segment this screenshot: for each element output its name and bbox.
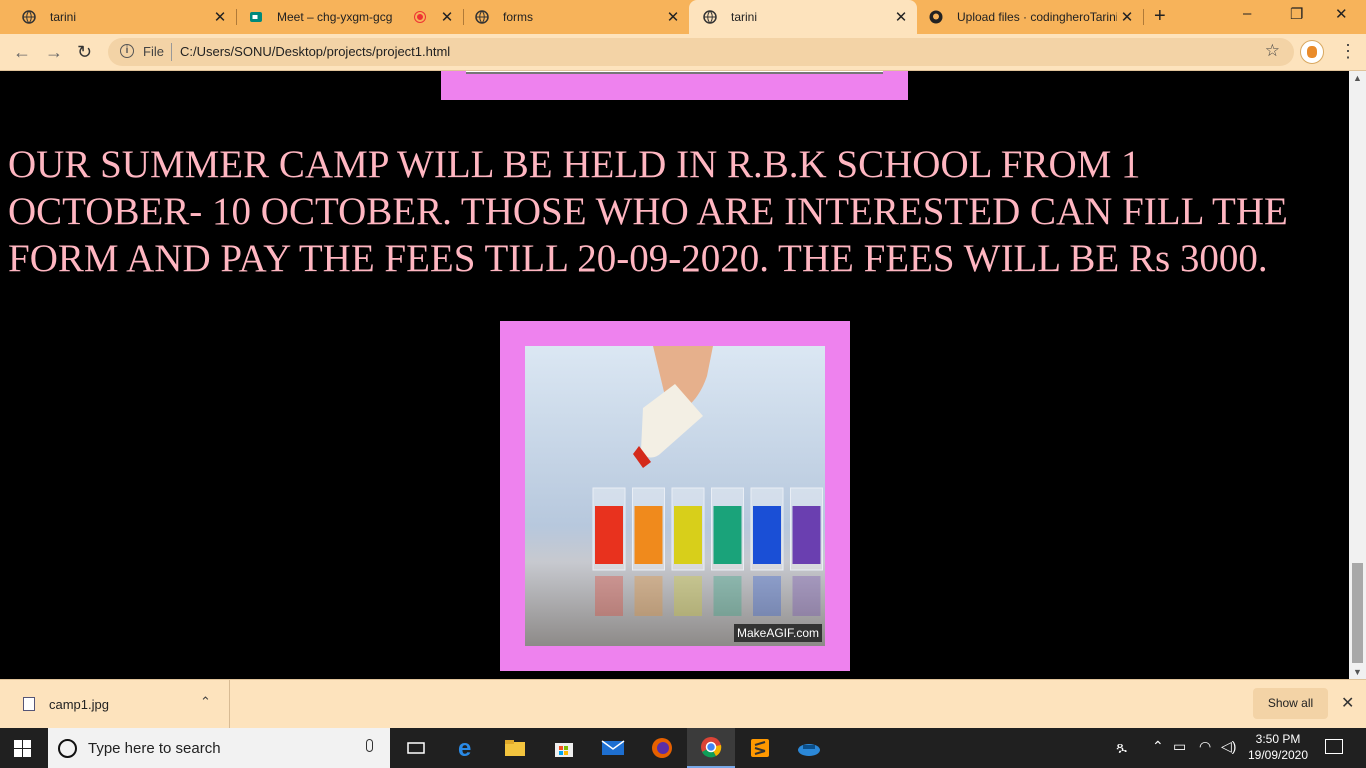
- notification-icon[interactable]: [1325, 739, 1343, 754]
- tab-separator: [1143, 9, 1144, 25]
- glass-liquid-3: [674, 506, 702, 564]
- tab-meet[interactable]: Meet – chg-yxgm-gcg ✕: [227, 0, 463, 34]
- forward-button[interactable]: →: [45, 42, 63, 63]
- image-file-icon: [23, 697, 35, 711]
- mail-icon[interactable]: [589, 728, 637, 768]
- clock-date: 19/09/2020: [1247, 748, 1309, 762]
- tab-tarini-active[interactable]: tarini ✕: [689, 0, 917, 34]
- glass-liquid-5: [753, 506, 781, 564]
- glass-reflection-3: [674, 576, 702, 616]
- store-icon[interactable]: [540, 728, 588, 768]
- chevron-up-icon[interactable]: ⌃: [1152, 738, 1164, 755]
- glass-reflection-2: [634, 576, 663, 616]
- browser-toolbar: ← → ↻ i File C:/Users/SONU/Desktop/proje…: [0, 34, 1366, 71]
- app-icon[interactable]: [785, 728, 833, 768]
- globe-icon: [475, 10, 489, 24]
- previous-image: ▪▪▪▪: [466, 71, 883, 76]
- page-viewport: ▪▪▪▪ OUR SUMMER CAMP WILL BE HELD IN R.B…: [0, 71, 1349, 679]
- firefox-icon[interactable]: [638, 728, 686, 768]
- chrome-icon[interactable]: [687, 728, 735, 768]
- tab-title: tarini: [731, 10, 758, 24]
- scroll-up-icon[interactable]: ▲: [1353, 73, 1362, 83]
- profile-avatar[interactable]: [1300, 40, 1324, 64]
- close-downloads-icon[interactable]: ✕: [1341, 693, 1354, 713]
- tab-upload-files[interactable]: Upload files · codingheroTarini ✕: [917, 0, 1143, 34]
- previous-image-fragment: ▪▪▪▪: [556, 71, 576, 76]
- tab-close-icon[interactable]: ✕: [663, 8, 683, 26]
- github-icon: [929, 10, 943, 24]
- image-frame: MakeAGIF.com: [500, 321, 850, 671]
- svg-text:e: e: [458, 737, 471, 759]
- download-item[interactable]: camp1.jpg ⌃: [0, 680, 230, 729]
- scheme-label: File: [143, 44, 164, 59]
- new-tab-button[interactable]: +: [1154, 5, 1166, 28]
- globe-icon: [703, 10, 717, 24]
- minimize-button[interactable]: –: [1243, 5, 1251, 22]
- close-window-button[interactable]: ✕: [1335, 5, 1348, 23]
- file-explorer-icon[interactable]: [491, 728, 539, 768]
- microphone-icon[interactable]: [366, 739, 373, 752]
- system-clock[interactable]: 3:50 PM 19/09/2020: [1244, 731, 1312, 763]
- glass-liquid-1: [595, 506, 623, 564]
- address-bar[interactable]: i File C:/Users/SONU/Desktop/projects/pr…: [108, 38, 1294, 66]
- tab-close-icon[interactable]: ✕: [1117, 8, 1137, 26]
- glass-reflection-5: [753, 576, 781, 616]
- tab-strip: tarini ✕ Meet – chg-yxgm-gcg ✕ forms ✕ t…: [0, 0, 1366, 34]
- task-view-icon[interactable]: [392, 728, 440, 768]
- download-shelf: camp1.jpg ⌃ Show all ✕: [0, 679, 1366, 729]
- glass-liquid-4: [713, 506, 742, 564]
- camp-image-drawing: [592, 346, 823, 616]
- recording-icon: [415, 12, 425, 22]
- globe-icon: [22, 10, 36, 24]
- windows-taskbar: Type here to search e ጿ ⌃ ▭ ◠ ◁) 3:50 PM…: [0, 728, 1366, 768]
- taskbar-search[interactable]: Type here to search: [48, 728, 390, 768]
- previous-image-frame: ▪▪▪▪: [441, 71, 908, 100]
- tab-title: forms: [503, 10, 533, 24]
- meet-icon: [249, 10, 263, 24]
- glass-liquid-2: [634, 506, 663, 564]
- address-separator: [171, 43, 172, 61]
- chevron-up-icon[interactable]: ⌃: [200, 694, 211, 710]
- glass-liquid-6: [792, 506, 821, 564]
- scrollbar-thumb[interactable]: [1352, 563, 1363, 663]
- vertical-scrollbar[interactable]: ▲ ▼: [1349, 71, 1366, 679]
- menu-icon[interactable]: ⋮: [1339, 41, 1357, 62]
- tab-title: Upload files · codingheroTarini: [957, 10, 1117, 24]
- wifi-icon[interactable]: ◠: [1199, 738, 1211, 755]
- search-placeholder: Type here to search: [88, 740, 221, 757]
- clock-time: 3:50 PM: [1255, 732, 1301, 746]
- cortana-icon: [58, 739, 77, 758]
- glass-reflection-4: [713, 576, 742, 616]
- tab-title: tarini: [50, 10, 77, 24]
- tab-close-icon[interactable]: ✕: [891, 8, 911, 26]
- restore-button[interactable]: ❐: [1290, 5, 1303, 23]
- tab-title: Meet – chg-yxgm-gcg: [277, 10, 393, 24]
- info-icon[interactable]: i: [120, 44, 134, 58]
- tab-tarini-1[interactable]: tarini ✕: [0, 0, 236, 34]
- watermark-label: MakeAGIF.com: [733, 624, 822, 642]
- tab-forms[interactable]: forms ✕: [453, 0, 689, 34]
- battery-icon[interactable]: ▭: [1173, 738, 1186, 755]
- camp-image: MakeAGIF.com: [525, 346, 825, 646]
- reload-button[interactable]: ↻: [77, 42, 92, 63]
- glass-reflection-6: [792, 576, 821, 616]
- camp-notice: OUR SUMMER CAMP WILL BE HELD IN R.B.K SC…: [8, 143, 1288, 280]
- back-button[interactable]: ←: [13, 42, 31, 63]
- volume-icon[interactable]: ◁): [1221, 738, 1236, 755]
- scroll-down-icon[interactable]: ▼: [1353, 667, 1362, 677]
- edge-icon[interactable]: e: [443, 728, 491, 768]
- url-text[interactable]: C:/Users/SONU/Desktop/projects/project1.…: [180, 44, 450, 59]
- glass-reflection-1: [595, 576, 623, 616]
- download-file-name[interactable]: camp1.jpg: [49, 697, 109, 712]
- windows-start-icon[interactable]: [14, 740, 32, 757]
- show-all-button[interactable]: Show all: [1253, 688, 1328, 719]
- people-icon[interactable]: ጿ: [1116, 738, 1127, 755]
- sublime-text-icon[interactable]: [736, 728, 784, 768]
- glasses-group: [592, 487, 823, 616]
- bookmark-star-icon[interactable]: ☆: [1265, 41, 1280, 61]
